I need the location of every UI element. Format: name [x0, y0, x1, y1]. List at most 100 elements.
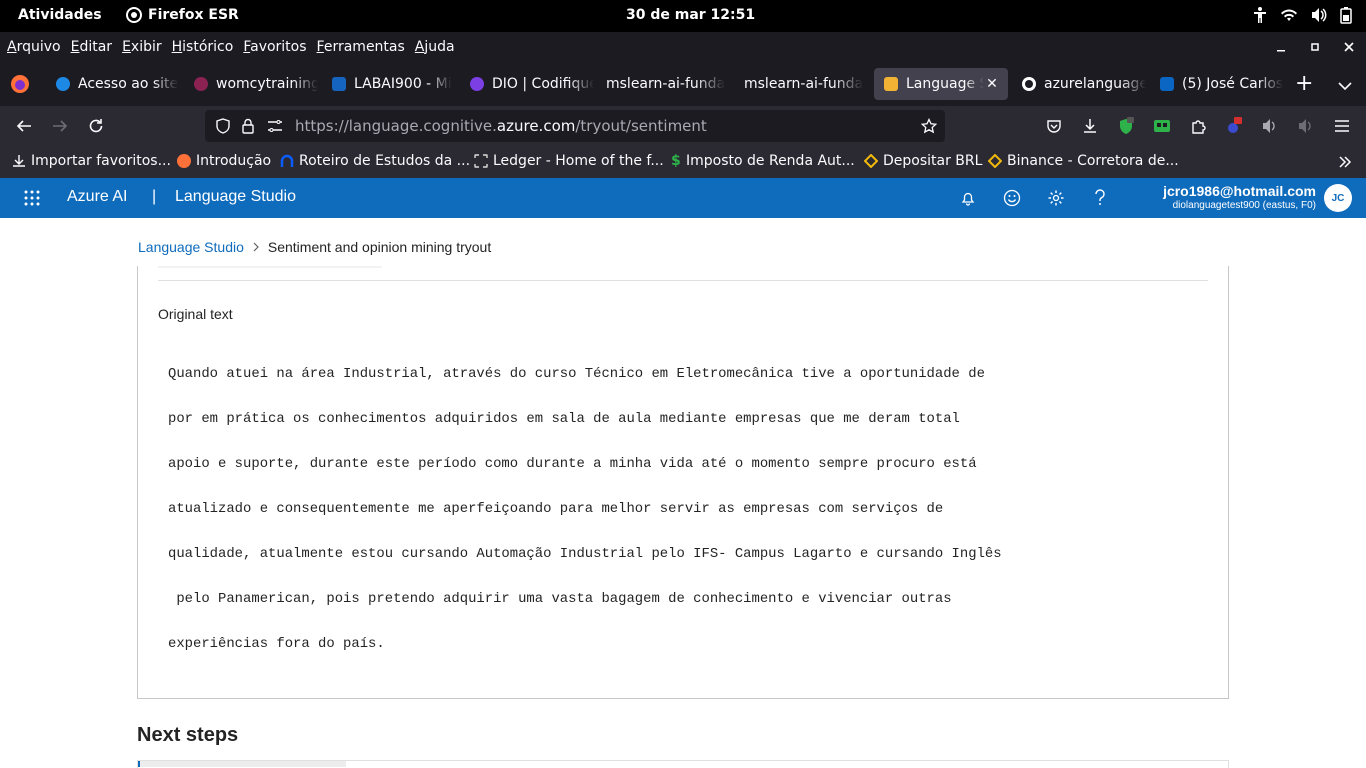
address-bar[interactable]: https://language.cognitive.azure.com/try… — [205, 110, 945, 142]
tab-mslearn-1[interactable]: mslearn-ai-funda — [598, 68, 732, 100]
breadcrumb: Language Studio Sentiment and opinion mi… — [138, 239, 491, 255]
downloads-button[interactable] — [1080, 116, 1100, 136]
tab-favicon — [884, 77, 898, 91]
system-top-bar: Atividades Firefox ESR 30 de mar 12:51 — [0, 0, 1366, 32]
ledger-icon — [474, 154, 488, 168]
notifications-button[interactable] — [958, 188, 978, 208]
avatar[interactable]: JC — [1324, 184, 1352, 212]
page-content: Language Studio Sentiment and opinion mi… — [0, 218, 1366, 768]
close-icon — [1344, 42, 1354, 52]
bookmark-ledger[interactable]: Ledger - Home of the f... — [474, 153, 664, 169]
app-launcher-button[interactable] — [24, 190, 40, 210]
activities-button[interactable]: Atividades — [18, 7, 102, 23]
pocket-button[interactable] — [1044, 116, 1064, 136]
shield-extension-icon — [1120, 117, 1134, 134]
gear-icon — [1048, 190, 1064, 206]
back-button[interactable] — [14, 116, 34, 136]
tab-womcytraining[interactable]: womcytraining — [184, 68, 318, 100]
bookmark-binance[interactable]: Binance - Corretora de... — [988, 153, 1179, 169]
app-menu-button[interactable] — [1332, 116, 1352, 136]
extension-audio-2-button[interactable] — [1296, 116, 1316, 136]
original-text-panel: Original text Quando atuei na área Indus… — [137, 266, 1229, 699]
feedback-button[interactable] — [1002, 188, 1022, 208]
github-icon — [1022, 77, 1036, 91]
extension-badge-icon — [1228, 117, 1242, 133]
smiley-icon — [1003, 189, 1021, 207]
bookmark-introducao[interactable]: Introdução — [177, 153, 271, 169]
tab-dio[interactable]: DIO | Codifique — [460, 68, 594, 100]
chevron-down-icon — [1338, 82, 1352, 91]
text-line: Quando atuei na área Industrial, através… — [168, 366, 985, 382]
chevron-right-icon — [253, 242, 259, 252]
clock[interactable]: 30 de mar 12:51 — [626, 7, 755, 23]
app-menu[interactable]: Firefox ESR — [126, 7, 239, 23]
extension-audio-1-button[interactable] — [1260, 116, 1280, 136]
tab-labai900[interactable]: LABAI900 - Mi — [322, 68, 456, 100]
minimize-button[interactable] — [1264, 32, 1298, 62]
tab-language-studio[interactable]: Language St ✕ — [874, 68, 1008, 100]
settings-button[interactable] — [1046, 188, 1066, 208]
permissions-icon[interactable] — [267, 119, 283, 133]
menu-historico[interactable]: Histórico — [172, 39, 234, 55]
battery-icon — [1340, 7, 1352, 24]
next-steps-heading: Next steps — [137, 724, 239, 746]
tab-azurelanguage[interactable]: azurelanguage — [1012, 68, 1146, 100]
menu-favoritos[interactable]: Favoritos — [243, 39, 306, 55]
extensions-button[interactable] — [1188, 116, 1208, 136]
azure-ai-brand[interactable]: Azure AI — [67, 188, 127, 206]
more-bookmarks-button[interactable] — [1338, 155, 1352, 169]
list-all-tabs-button[interactable] — [1338, 76, 1352, 95]
reload-button[interactable] — [86, 116, 106, 136]
bookmark-star-icon[interactable] — [921, 118, 937, 134]
extension-meet-button[interactable] — [1152, 116, 1172, 136]
bookmark-roteiro[interactable]: Roteiro de Estudos da ... — [280, 153, 470, 169]
bookmark-importar[interactable]: Importar favoritos... — [12, 153, 171, 169]
tab-favicon — [332, 77, 346, 91]
help-button[interactable] — [1090, 188, 1110, 208]
bookmark-imposto[interactable]: $ Imposto de Renda Aut... — [671, 153, 855, 169]
forward-button[interactable] — [50, 116, 70, 136]
dollar-icon: $ — [671, 153, 681, 169]
menu-arquivo[interactable]: Arquivo — [7, 39, 61, 55]
product-name[interactable]: Language Studio — [175, 188, 296, 206]
close-window-button[interactable] — [1332, 32, 1366, 62]
wifi-icon — [1281, 9, 1297, 21]
account-info[interactable]: jcro1986@hotmail.com diolanguagetest900 … — [1163, 183, 1316, 211]
bookmark-depositar[interactable]: Depositar BRL — [864, 153, 982, 169]
original-text-body: Quando atuei na área Industrial, através… — [168, 352, 1002, 667]
menu-editar[interactable]: Editar — [71, 39, 112, 55]
next-steps-tab-selected[interactable] — [138, 761, 346, 767]
tab-linkedin[interactable]: (5) José Carlos — [1150, 68, 1284, 100]
firefox-favicon — [177, 154, 191, 168]
firefox-app-icon — [126, 7, 142, 23]
url-prefix: https://language.cognitive. — [295, 117, 497, 135]
close-tab-button[interactable]: ✕ — [982, 74, 1002, 94]
url-text[interactable]: https://language.cognitive.azure.com/try… — [295, 117, 707, 135]
firefox-view-button[interactable] — [10, 74, 30, 98]
maximize-button[interactable] — [1298, 32, 1332, 62]
text-line: pelo Panamerican, pois pretendo adquirir… — [168, 591, 952, 607]
minimize-icon — [1277, 50, 1285, 52]
download-icon — [1084, 119, 1096, 133]
account-email: jcro1986@hotmail.com — [1163, 183, 1316, 199]
tab-mslearn-2[interactable]: mslearn-ai-funda — [736, 68, 870, 100]
tab-acesso-ao-site[interactable]: Acesso ao site — [46, 68, 178, 100]
menu-ajuda[interactable]: Ajuda — [415, 39, 455, 55]
linkedin-icon — [1160, 77, 1174, 91]
bell-icon — [961, 192, 975, 206]
volume-icon — [1312, 8, 1327, 22]
system-tray[interactable] — [1252, 6, 1352, 24]
original-text-label: Original text — [158, 306, 233, 322]
tab-favicon — [470, 77, 484, 91]
tab-underline-stub — [158, 266, 382, 268]
breadcrumb-language-studio[interactable]: Language Studio — [138, 239, 244, 255]
shield-icon[interactable] — [215, 118, 231, 134]
menu-ferramentas[interactable]: Ferramentas — [317, 39, 405, 55]
menu-exibir[interactable]: Exibir — [122, 39, 162, 55]
text-line: atualizado e consequentemente me aperfei… — [168, 501, 944, 517]
speaker-icon — [1263, 119, 1275, 133]
lock-icon[interactable] — [241, 118, 255, 134]
extension-ublock-button[interactable] — [1116, 116, 1136, 136]
extension-red-badge-button[interactable] — [1224, 116, 1244, 136]
new-tab-button[interactable]: + — [1295, 73, 1313, 95]
